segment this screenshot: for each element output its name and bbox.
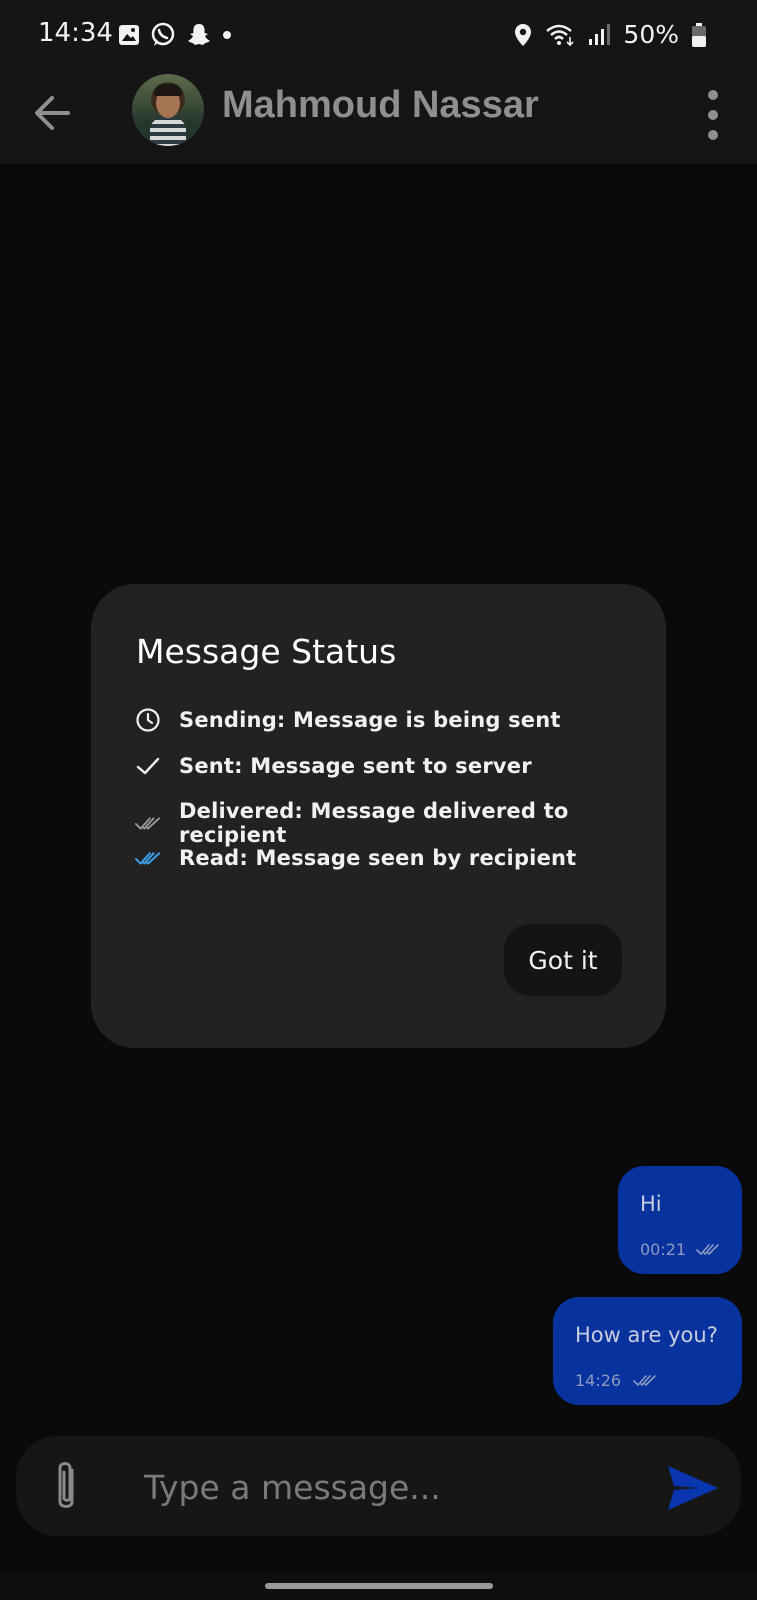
contact-name[interactable]: Mahmoud Nassar [222, 84, 539, 127]
status-item-read: Read: Message seen by recipient [135, 845, 576, 871]
check-icon [136, 757, 160, 775]
message-time: 00:21 [640, 1240, 687, 1259]
signal-icon [589, 23, 611, 45]
message-bubble[interactable]: Hi 00:21 [618, 1166, 742, 1274]
send-icon[interactable] [664, 1462, 720, 1514]
status-item-label: Sending: Message is being sent [179, 708, 561, 732]
message-text: Hi [640, 1192, 662, 1216]
location-icon [515, 23, 532, 46]
status-item-label: Sent: Message sent to server [179, 754, 532, 778]
snapchat-icon [188, 24, 210, 45]
double-check-icon [135, 817, 161, 830]
dot-icon [223, 31, 231, 39]
status-item-label: Delivered: Message delivered to recipien… [179, 799, 569, 847]
clock-icon [136, 708, 160, 732]
more-vertical-icon[interactable] [703, 90, 723, 140]
got-it-button[interactable]: Got it [504, 924, 622, 996]
battery-icon [692, 22, 706, 47]
status-time: 14:34 [38, 18, 113, 48]
dialog-title: Message Status [136, 632, 397, 671]
message-time: 14:26 [575, 1371, 622, 1390]
status-item-sending: Sending: Message is being sent [135, 707, 561, 733]
chat-header: Mahmoud Nassar [0, 70, 757, 164]
double-check-blue-icon [135, 852, 161, 865]
wifi-icon [546, 24, 574, 46]
notification-icons [118, 22, 232, 48]
status-bar: 14:34 50% [0, 0, 757, 70]
battery-percentage: 50% [623, 20, 679, 49]
message-bubble[interactable]: How are you? 14:26 [553, 1297, 742, 1405]
avatar[interactable] [132, 74, 204, 146]
double-check-icon [696, 1244, 719, 1256]
status-item-delivered: Delivered: Message delivered to recipien… [135, 799, 666, 847]
gallery-icon [119, 25, 139, 45]
message-input[interactable] [142, 1458, 626, 1516]
paperclip-icon[interactable] [48, 1458, 84, 1516]
home-indicator[interactable] [265, 1583, 493, 1589]
whatsapp-icon [151, 22, 175, 46]
message-composer [16, 1436, 741, 1536]
status-item-sent: Sent: Message sent to server [135, 753, 532, 779]
status-item-label: Read: Message seen by recipient [179, 846, 577, 870]
message-text: How are you? [575, 1323, 718, 1347]
system-icons: 50% [513, 20, 707, 49]
message-status-dialog: Message Status Sending: Message is being… [91, 584, 666, 1048]
arrow-left-icon[interactable] [28, 88, 78, 138]
double-check-icon [633, 1375, 656, 1387]
